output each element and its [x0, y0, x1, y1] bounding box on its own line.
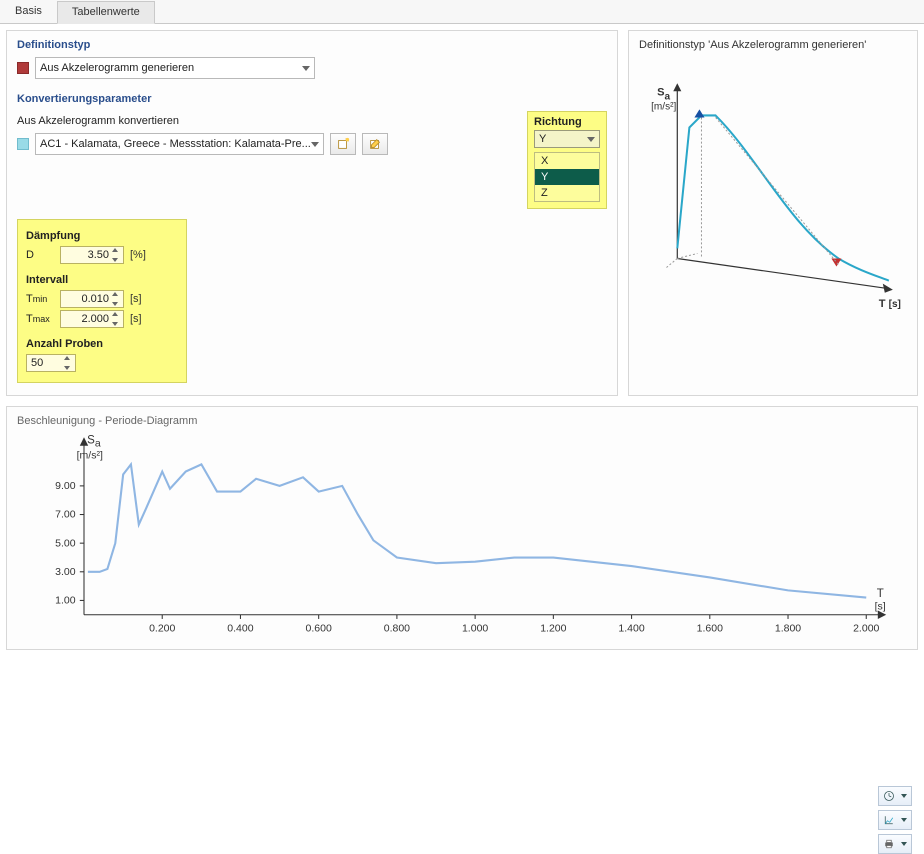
accel-select[interactable]: AC1 - Kalamata, Greece - Messstation: Ka… [35, 133, 324, 155]
svg-text:2.000: 2.000 [853, 623, 879, 635]
svg-text:Sa: Sa [87, 435, 101, 450]
damping-title: Dämpfung [26, 230, 178, 242]
svg-text:7.00: 7.00 [55, 509, 76, 521]
direction-selected: Y [539, 133, 546, 145]
svg-text:1.200: 1.200 [540, 623, 566, 635]
svg-text:0.200: 0.200 [149, 623, 175, 635]
tmin-input[interactable]: 0.010 [60, 290, 124, 308]
tab-tabellenwerte[interactable]: Tabellenwerte [57, 1, 155, 24]
definitionstyp-select[interactable]: Aus Akzelerogramm generieren [35, 57, 315, 79]
svg-text:5.00: 5.00 [55, 537, 76, 549]
svg-text:[s]: [s] [875, 601, 886, 613]
direction-block: Richtung Y X Y Z [527, 111, 607, 209]
chevron-down-icon [302, 66, 310, 71]
chart-print-button[interactable] [878, 834, 912, 854]
direction-option-y[interactable]: Y [535, 169, 599, 185]
svg-text:1.000: 1.000 [462, 623, 488, 635]
direction-dropdown-list: X Y Z [534, 152, 600, 202]
tmax-value: 2.000 [81, 313, 109, 325]
axes-icon [883, 814, 895, 826]
right-panel-title: Definitionstyp 'Aus Akzelerogramm generi… [637, 37, 909, 57]
definitionstyp-value: Aus Akzelerogramm generieren [40, 62, 194, 74]
parameter-block: Dämpfung D 3.50 [%] Intervall Tmin 0.010… [17, 219, 187, 383]
tmin-unit: [s] [130, 293, 142, 305]
acceleration-period-chart: Sa [m/s²] T [s] 1.00 3.00 5.00 7.00 9.00 0.2… [17, 431, 907, 641]
svg-text:T [s]: T [s] [879, 298, 901, 310]
bottom-chart-panel: Beschleunigung - Periode-Diagramm Sa [m/… [6, 406, 918, 650]
chevron-down-icon [311, 142, 319, 147]
damping-unit: [%] [130, 249, 146, 261]
chevron-down-icon [587, 137, 595, 142]
samples-title: Anzahl Proben [26, 338, 178, 350]
svg-text:1.800: 1.800 [775, 623, 801, 635]
tmax-input[interactable]: 2.000 [60, 310, 124, 328]
chart-axes-button[interactable] [878, 810, 912, 830]
interval-title: Intervall [26, 274, 178, 286]
tmax-label: Tmax [26, 313, 54, 325]
svg-text:9.00: 9.00 [55, 480, 76, 492]
svg-text:1.400: 1.400 [618, 623, 644, 635]
right-panel: Definitionstyp 'Aus Akzelerogramm generi… [628, 30, 918, 396]
new-icon [336, 137, 350, 151]
samples-input[interactable]: 50 [26, 354, 76, 372]
svg-text:3.00: 3.00 [55, 566, 76, 578]
tmin-label: Tmin [26, 293, 54, 305]
svg-text:1.600: 1.600 [697, 623, 723, 635]
svg-text:[m/s²]: [m/s²] [651, 101, 676, 112]
svg-text:0.800: 0.800 [384, 623, 410, 635]
left-panel: Definitionstyp Aus Akzelerogramm generie… [6, 30, 618, 396]
definitionstyp-schematic: Sa [m/s²] T [s] [637, 57, 909, 319]
svg-text:Sa: Sa [657, 86, 670, 102]
damping-value: 3.50 [88, 249, 109, 261]
direction-option-z[interactable]: Z [535, 185, 599, 201]
chart-clock-button[interactable] [878, 786, 912, 806]
print-icon [883, 838, 895, 850]
edit-icon [368, 137, 382, 151]
tab-bar: Basis Tabellenwerte [0, 0, 924, 24]
direction-option-x[interactable]: X [535, 153, 599, 169]
clock-icon [883, 790, 895, 802]
svg-text:[m/s²]: [m/s²] [77, 449, 103, 461]
svg-text:1.00: 1.00 [55, 595, 76, 607]
accel-select-value: AC1 - Kalamata, Greece - Messstation: Ka… [40, 138, 311, 150]
direction-select[interactable]: Y [534, 130, 600, 148]
def-color-swatch [17, 62, 29, 74]
samples-value: 50 [31, 357, 43, 369]
bottom-chart-title: Beschleunigung - Periode-Diagramm [17, 415, 907, 427]
tmin-value: 0.010 [81, 293, 109, 305]
svg-text:0.400: 0.400 [227, 623, 253, 635]
accel-convert-label: Aus Akzelerogramm konvertieren [17, 115, 388, 127]
definitionstyp-title: Definitionstyp [17, 39, 607, 51]
konvertierung-title: Konvertierungsparameter [17, 93, 607, 105]
svg-text:T: T [877, 588, 884, 600]
svg-text:0.600: 0.600 [306, 623, 332, 635]
damping-symbol: D [26, 249, 54, 261]
direction-title: Richtung [528, 112, 606, 130]
edit-accel-button[interactable] [362, 133, 388, 155]
new-accel-button[interactable] [330, 133, 356, 155]
damping-input[interactable]: 3.50 [60, 246, 124, 264]
tab-basis[interactable]: Basis [0, 0, 57, 23]
tmax-unit: [s] [130, 313, 142, 325]
accel-color-swatch [17, 138, 29, 150]
